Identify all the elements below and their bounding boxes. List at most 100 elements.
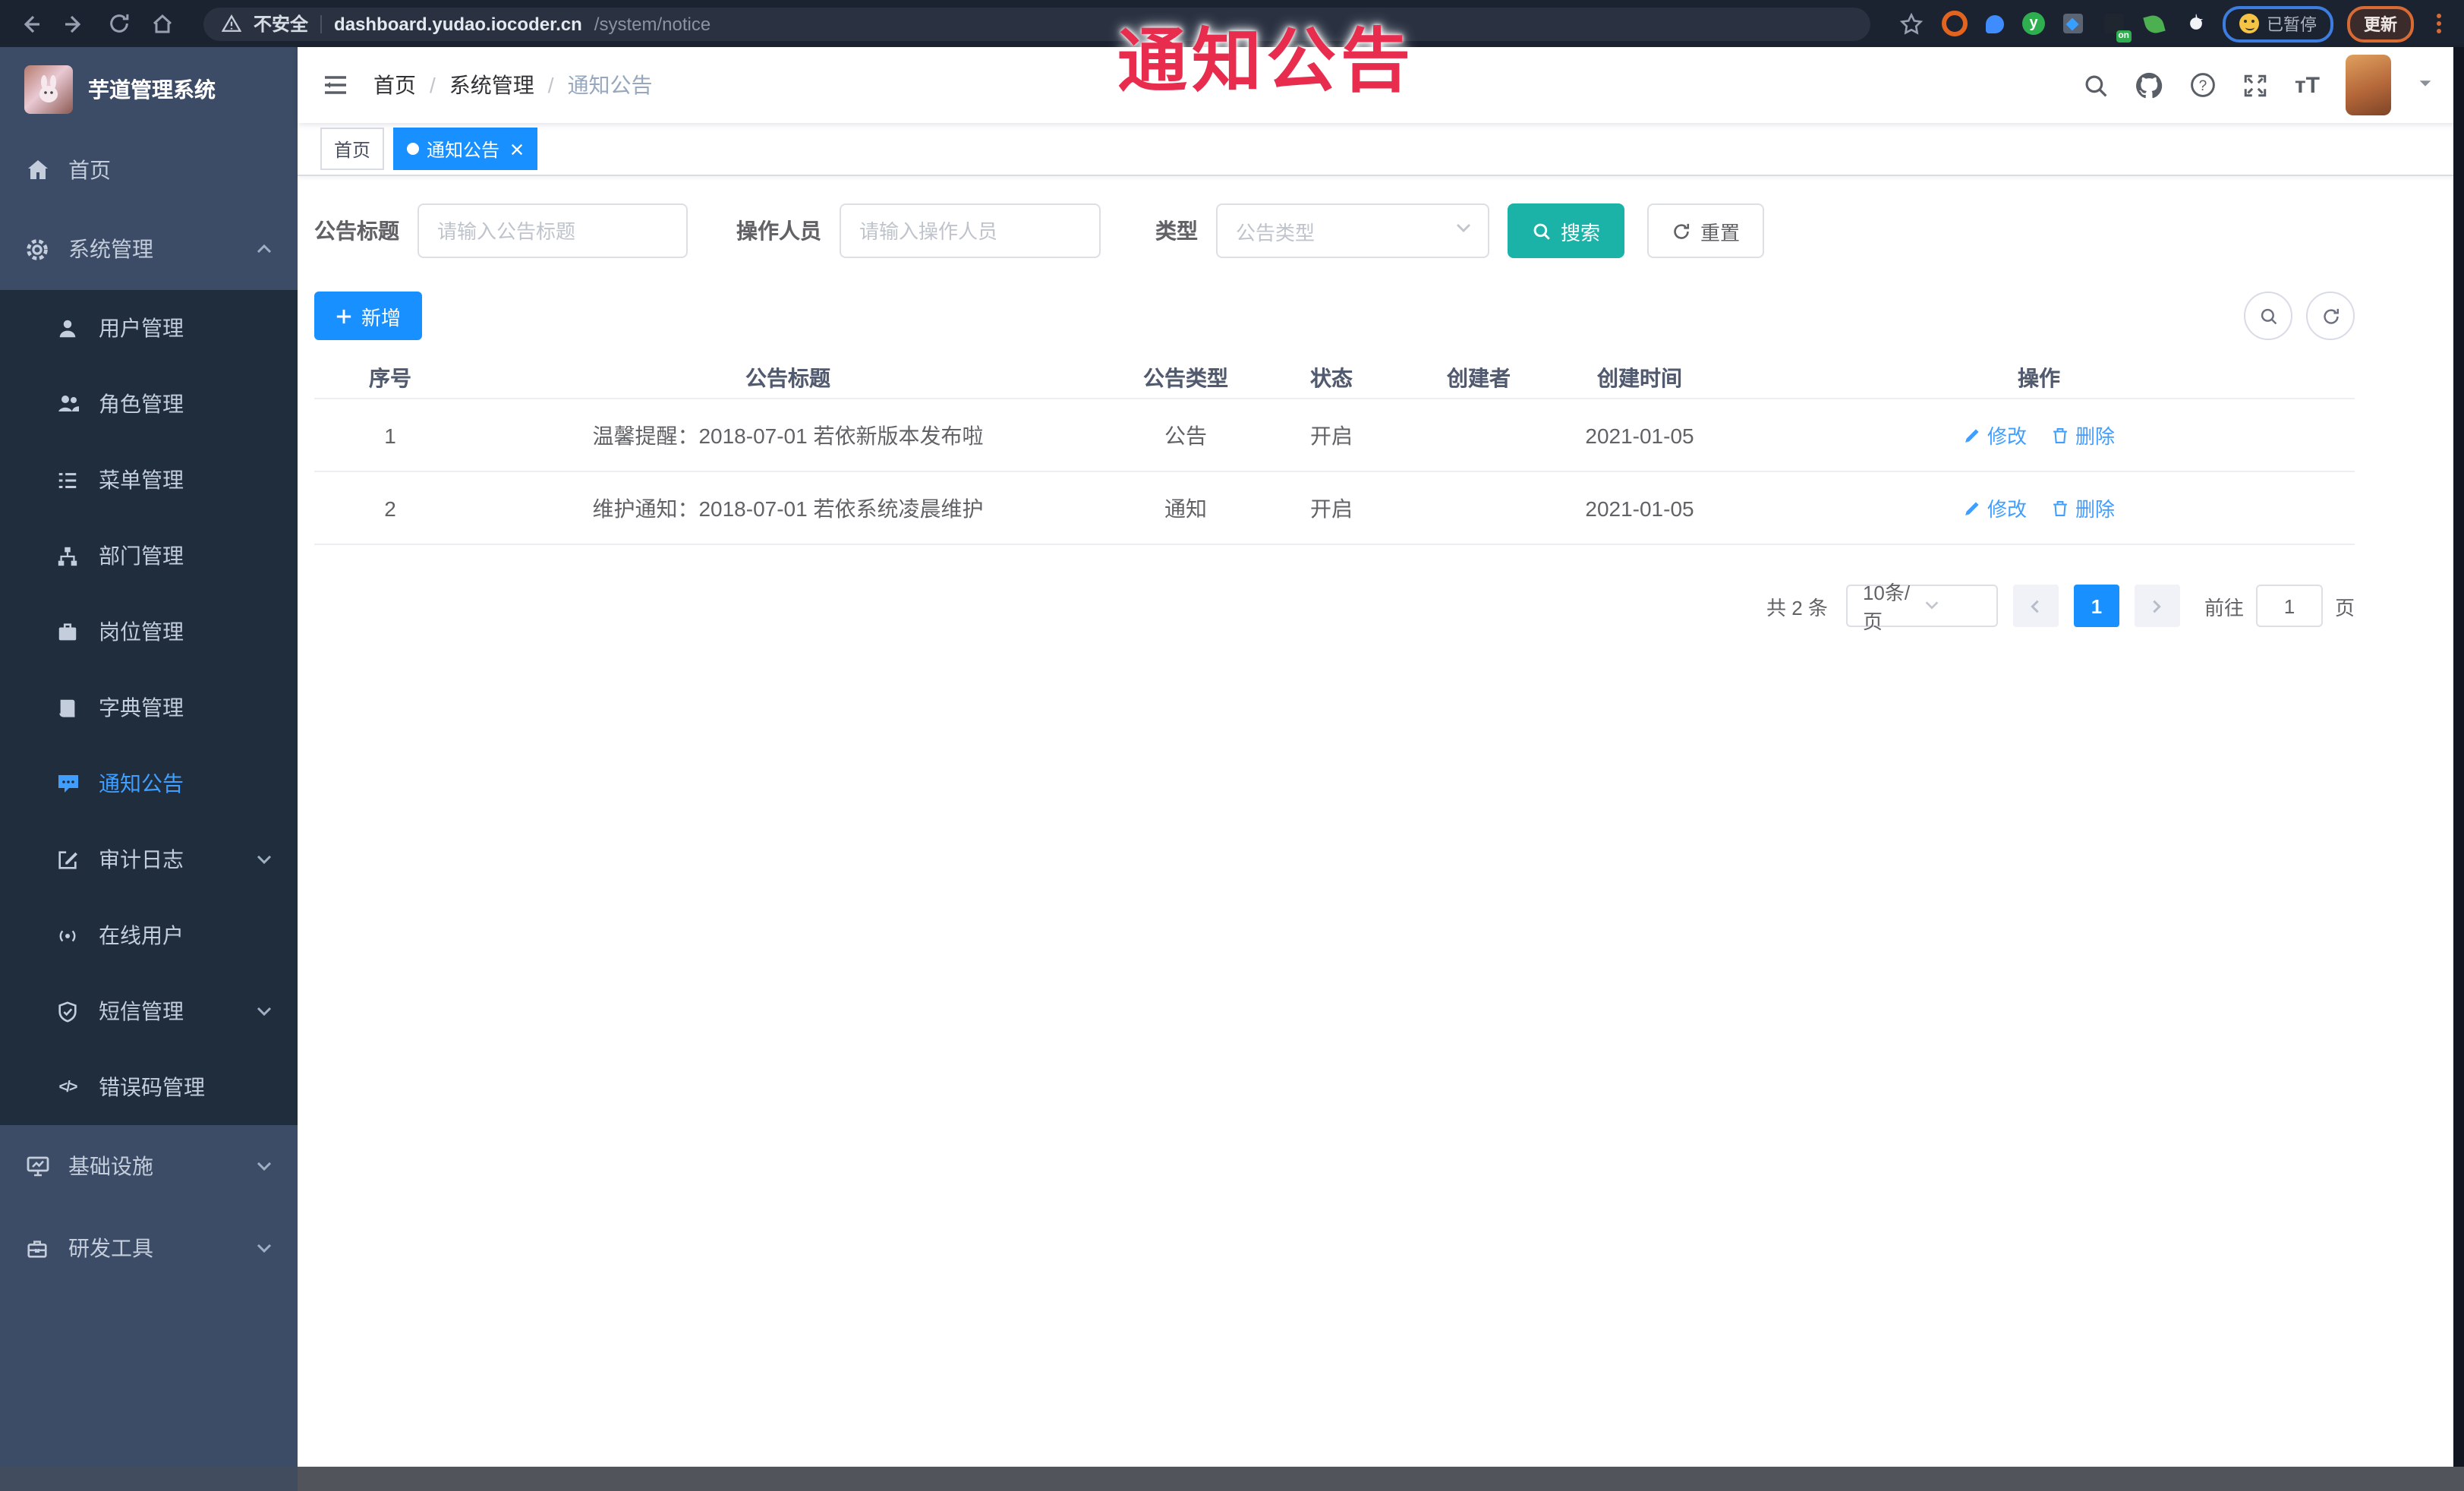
type-label: 类型	[1155, 219, 1198, 243]
help-icon[interactable]: ?	[2190, 71, 2217, 99]
chevron-down-icon	[255, 1239, 273, 1257]
caret-down-icon[interactable]	[2417, 71, 2434, 99]
close-icon[interactable]	[510, 142, 524, 156]
url-bar[interactable]: 不安全 dashboard.yudao.iocoder.cn/system/no…	[203, 7, 1870, 40]
edit-link[interactable]: 修改	[1963, 421, 2027, 449]
operator-input[interactable]	[840, 203, 1101, 258]
url-path: /system/notice	[594, 13, 711, 34]
forward-icon[interactable]	[59, 8, 90, 39]
sidebar-item-dict-management[interactable]: 字典管理	[0, 670, 298, 746]
fullscreen-icon[interactable]	[2243, 72, 2269, 98]
active-tag-dot	[407, 143, 420, 155]
sidebar-item-infrastructure[interactable]: 基础设施	[0, 1125, 298, 1207]
window-bottom-bar	[0, 1467, 2464, 1491]
sidebar-item-notice[interactable]: 通知公告	[0, 746, 298, 821]
trash-icon	[2053, 427, 2067, 443]
tag-notice[interactable]: 通知公告	[393, 128, 538, 170]
goto-label: 前往	[2204, 596, 2244, 619]
search-icon	[1533, 222, 1550, 239]
notice-type-select[interactable]: 公告类型	[1216, 203, 1489, 258]
svg-text:?: ?	[2200, 78, 2208, 94]
breadcrumb: 首页 / 系统管理 / 通知公告	[373, 70, 653, 100]
reload-icon[interactable]	[103, 8, 134, 39]
prev-page-button[interactable]	[2012, 585, 2059, 627]
page-content: 公告标题 操作人员 类型 公告类型 搜索	[298, 176, 2464, 1491]
breadcrumb-separator: /	[547, 73, 554, 97]
chevron-right-icon	[2154, 599, 2162, 613]
extension-orange-ring-icon[interactable]	[1940, 10, 1968, 37]
trash-icon	[2053, 500, 2067, 515]
sidebar-item-role-management[interactable]: 角色管理	[0, 366, 298, 442]
delete-link[interactable]: 删除	[2051, 421, 2115, 449]
breadcrumb-system[interactable]: 系统管理	[449, 70, 534, 100]
paused-label: 已暂停	[2267, 16, 2317, 34]
chevron-down-icon	[1454, 217, 1473, 244]
operator-label: 操作人员	[736, 219, 821, 243]
refresh-icon	[1674, 222, 1690, 238]
sidebar-item-home[interactable]: 首页	[0, 132, 298, 208]
sidebar-item-post-management[interactable]: 岗位管理	[0, 594, 298, 670]
app-title: 芋道管理系统	[88, 77, 216, 102]
extension-blue-drop-icon[interactable]	[1981, 10, 2009, 37]
bookmark-star-icon[interactable]	[1896, 8, 1927, 39]
chevron-down-icon	[255, 1002, 273, 1020]
browser-update-button[interactable]: 更新	[2347, 5, 2414, 42]
extension-blue-grid-icon[interactable]	[2059, 10, 2086, 37]
pencil-icon	[1965, 428, 1979, 442]
security-warning[interactable]: 不安全	[254, 11, 308, 36]
refresh-icon	[2323, 307, 2338, 323]
github-icon[interactable]	[2135, 71, 2164, 99]
extension-pinwheel-icon[interactable]	[2182, 10, 2209, 37]
table-toolbar: 新增	[314, 292, 2355, 340]
briefcase-icon	[55, 619, 80, 645]
pencil-icon	[1965, 501, 1979, 515]
search-icon[interactable]	[2084, 72, 2110, 98]
sidebar-item-sms-management[interactable]: 短信管理	[0, 973, 298, 1049]
edit-link[interactable]: 修改	[1963, 493, 2027, 522]
search-button[interactable]: 搜索	[1508, 203, 1625, 258]
refresh-table-button[interactable]	[2306, 292, 2355, 340]
right-toolbar	[2244, 292, 2355, 340]
shield-check-icon	[55, 998, 80, 1024]
extension-dark-on-icon[interactable]: on	[2100, 10, 2132, 42]
notice-title-input[interactable]	[417, 203, 688, 258]
edit-icon	[55, 846, 80, 872]
hamburger-icon[interactable]	[310, 59, 361, 111]
online-icon	[55, 922, 80, 948]
next-page-button[interactable]	[2134, 585, 2180, 627]
url-domain: dashboard.yudao.iocoder.cn	[334, 13, 582, 34]
profile-paused-badge[interactable]: 已暂停	[2223, 5, 2333, 42]
delete-link[interactable]: 删除	[2051, 493, 2115, 522]
breadcrumb-home[interactable]: 首页	[373, 70, 416, 100]
page-size-select[interactable]: 10条/页	[1845, 582, 1998, 633]
home-nav-icon[interactable]	[147, 8, 178, 39]
extension-green-y-icon[interactable]: y	[2022, 12, 2045, 35]
sidebar-item-error-code[interactable]: </> 错误码管理	[0, 1049, 298, 1125]
reset-button[interactable]: 重置	[1647, 203, 1765, 258]
user-avatar[interactable]	[2346, 55, 2391, 115]
notice-table: 序号 公告标题 公告类型 状态 创建者 创建时间 操作 1 温馨提醒：2018-…	[314, 358, 2355, 545]
page-number-current[interactable]: 1	[2073, 585, 2119, 627]
browser-menu-icon[interactable]	[2428, 14, 2449, 33]
sidebar-item-menu-management[interactable]: 菜单管理	[0, 442, 298, 518]
pagination: 共 2 条 10条/页 1 前往 页	[314, 582, 2355, 633]
extension-leaf-icon[interactable]	[2141, 10, 2168, 37]
sidebar-item-online-users[interactable]: 在线用户	[0, 897, 298, 973]
toggle-search-button[interactable]	[2244, 292, 2292, 340]
add-button[interactable]: 新增	[314, 292, 423, 340]
sidebar-item-dev-tools[interactable]: 研发工具	[0, 1207, 298, 1289]
update-label: 更新	[2364, 16, 2397, 34]
logo[interactable]: 芋道管理系统	[0, 47, 298, 132]
goto-page-input[interactable]	[2255, 585, 2323, 627]
sidebar-item-audit-log[interactable]: 审计日志	[0, 821, 298, 897]
sidebar-item-user-management[interactable]: 用户管理	[0, 290, 298, 366]
font-size-icon[interactable]: тT	[2295, 72, 2320, 98]
back-icon[interactable]	[15, 8, 46, 39]
sidebar-item-dept-management[interactable]: 部门管理	[0, 518, 298, 594]
pagination-total: 共 2 条	[1766, 596, 1828, 619]
page-unit-label: 页	[2334, 596, 2355, 619]
home-icon	[24, 157, 50, 183]
sidebar-submenu-system: 用户管理 角色管理 菜单管理 部门管理 岗位管理 字典管理 通知公告 审计日志 …	[0, 290, 298, 1125]
sidebar-item-system[interactable]: 系统管理	[0, 208, 298, 290]
tag-home[interactable]: 首页	[320, 128, 385, 170]
